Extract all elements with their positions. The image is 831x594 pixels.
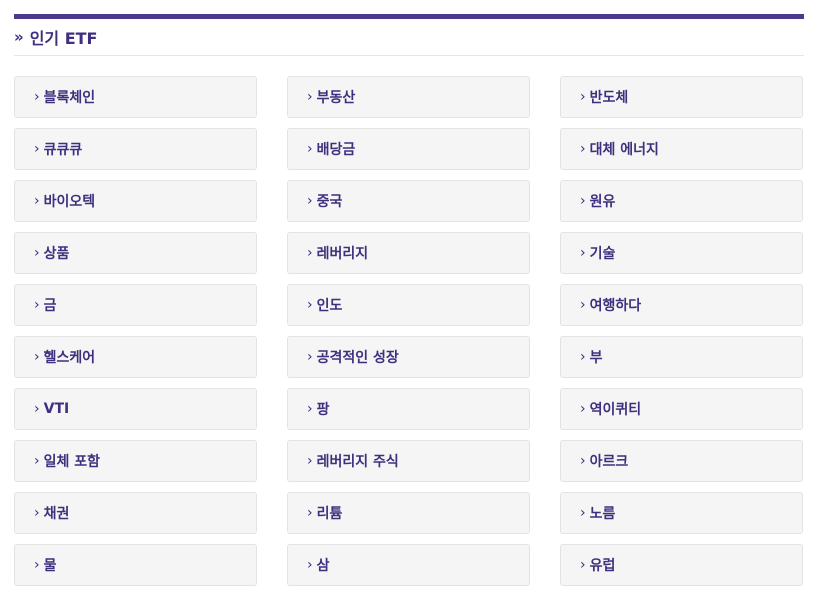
chevron-right-icon: › (307, 349, 313, 365)
chevron-right-icon: › (307, 141, 313, 157)
chevron-right-icon: › (580, 297, 586, 313)
chevron-right-icon: › (307, 453, 313, 469)
chevron-right-icon: › (307, 193, 313, 209)
etf-category-link[interactable]: › 일체 포함 (14, 440, 257, 482)
etf-category-link[interactable]: › VTI (14, 388, 257, 430)
etf-category-label: 헬스케어 (43, 350, 96, 366)
etf-category-link[interactable]: › 아르크 (560, 440, 803, 482)
chevron-right-icon: › (307, 557, 313, 573)
etf-category-label: 역이퀴티 (589, 402, 642, 418)
chevron-right-icon: › (580, 505, 586, 521)
etf-category-label: 레버리지 주식 (316, 454, 399, 470)
etf-category-link[interactable]: › 부 (560, 336, 803, 378)
etf-category-link[interactable]: › 바이오텍 (14, 180, 257, 222)
etf-category-link[interactable]: › 유럽 (560, 544, 803, 586)
etf-category-label: 상품 (43, 246, 70, 262)
chevron-right-icon: › (34, 141, 40, 157)
chevron-right-icon: › (34, 297, 40, 313)
etf-category-link[interactable]: › 역이퀴티 (560, 388, 803, 430)
etf-category-link[interactable]: › 물 (14, 544, 257, 586)
chevron-right-icon: › (580, 401, 586, 417)
chevron-right-icon: › (580, 141, 586, 157)
etf-category-link[interactable]: › 채권 (14, 492, 257, 534)
etf-category-link[interactable]: › 여행하다 (560, 284, 803, 326)
etf-category-label: 삼 (316, 558, 330, 574)
chevron-right-icon: › (307, 401, 313, 417)
popular-etf-section: » 인기 ETF › 블록체인 › 부동산 › 반도체 › 큐큐큐 › 배당금 › 대체 에… (14, 14, 804, 586)
etf-category-link[interactable]: › 대체 에너지 (560, 128, 803, 170)
double-chevron-icon: » (14, 28, 24, 46)
etf-category-label: 금 (43, 298, 57, 314)
chevron-right-icon: › (34, 401, 40, 417)
etf-category-link[interactable]: › 큐큐큐 (14, 128, 257, 170)
etf-category-link[interactable]: › 삼 (287, 544, 530, 586)
etf-category-label: 채권 (43, 506, 70, 522)
etf-category-link[interactable]: › 팡 (287, 388, 530, 430)
etf-category-label: 원유 (589, 194, 616, 210)
etf-category-link[interactable]: › 중국 (287, 180, 530, 222)
chevron-right-icon: › (580, 245, 586, 261)
chevron-right-icon: › (34, 193, 40, 209)
etf-category-label: 인도 (316, 298, 343, 314)
etf-category-label: 큐큐큐 (43, 142, 83, 158)
chevron-right-icon: › (307, 89, 313, 105)
etf-category-link[interactable]: › 부동산 (287, 76, 530, 118)
etf-category-label: 블록체인 (43, 90, 96, 106)
etf-category-link[interactable]: › 레버리지 주식 (287, 440, 530, 482)
etf-category-label: 팡 (316, 402, 330, 418)
etf-category-label: 공격적인 성장 (316, 350, 399, 366)
etf-category-link[interactable]: › 공격적인 성장 (287, 336, 530, 378)
chevron-right-icon: › (580, 89, 586, 105)
etf-category-link[interactable]: › 블록체인 (14, 76, 257, 118)
chevron-right-icon: › (307, 245, 313, 261)
etf-category-link[interactable]: › 노름 (560, 492, 803, 534)
etf-category-label: 아르크 (589, 454, 629, 470)
chevron-right-icon: › (34, 557, 40, 573)
etf-category-label: 대체 에너지 (589, 142, 659, 158)
etf-category-grid: › 블록체인 › 부동산 › 반도체 › 큐큐큐 › 배당금 › 대체 에너지 › 바이오텍 … (14, 76, 804, 586)
etf-category-link[interactable]: › 헬스케어 (14, 336, 257, 378)
section-title: 인기 ETF (29, 29, 98, 48)
chevron-right-icon: › (580, 557, 586, 573)
chevron-right-icon: › (580, 349, 586, 365)
etf-category-label: 반도체 (589, 90, 629, 106)
etf-category-label: 일체 포함 (43, 454, 101, 470)
etf-category-link[interactable]: › 리튬 (287, 492, 530, 534)
etf-category-link[interactable]: › 원유 (560, 180, 803, 222)
etf-category-link[interactable]: › 레버리지 (287, 232, 530, 274)
etf-category-label: 리튬 (316, 506, 343, 522)
etf-category-label: 기술 (589, 246, 616, 262)
etf-category-link[interactable]: › 금 (14, 284, 257, 326)
etf-category-label: 바이오텍 (43, 194, 96, 210)
chevron-right-icon: › (34, 453, 40, 469)
section-header: » 인기 ETF (14, 19, 804, 56)
etf-category-label: 부동산 (316, 90, 356, 106)
etf-category-label: 여행하다 (589, 298, 642, 314)
chevron-right-icon: › (307, 297, 313, 313)
chevron-right-icon: › (34, 89, 40, 105)
chevron-right-icon: › (34, 245, 40, 261)
chevron-right-icon: › (580, 193, 586, 209)
etf-category-label: 노름 (589, 506, 616, 522)
etf-category-label: VTI (43, 401, 70, 417)
etf-category-label: 중국 (316, 194, 343, 210)
etf-category-link[interactable]: › 인도 (287, 284, 530, 326)
etf-category-label: 레버리지 (316, 246, 369, 262)
etf-category-link[interactable]: › 상품 (14, 232, 257, 274)
etf-category-label: 유럽 (589, 558, 616, 574)
etf-category-link[interactable]: › 기술 (560, 232, 803, 274)
etf-category-label: 부 (589, 350, 603, 366)
chevron-right-icon: › (580, 453, 586, 469)
chevron-right-icon: › (307, 505, 313, 521)
chevron-right-icon: › (34, 505, 40, 521)
etf-category-label: 물 (43, 558, 57, 574)
etf-category-link[interactable]: › 배당금 (287, 128, 530, 170)
etf-category-label: 배당금 (316, 142, 356, 158)
etf-category-link[interactable]: › 반도체 (560, 76, 803, 118)
chevron-right-icon: › (34, 349, 40, 365)
